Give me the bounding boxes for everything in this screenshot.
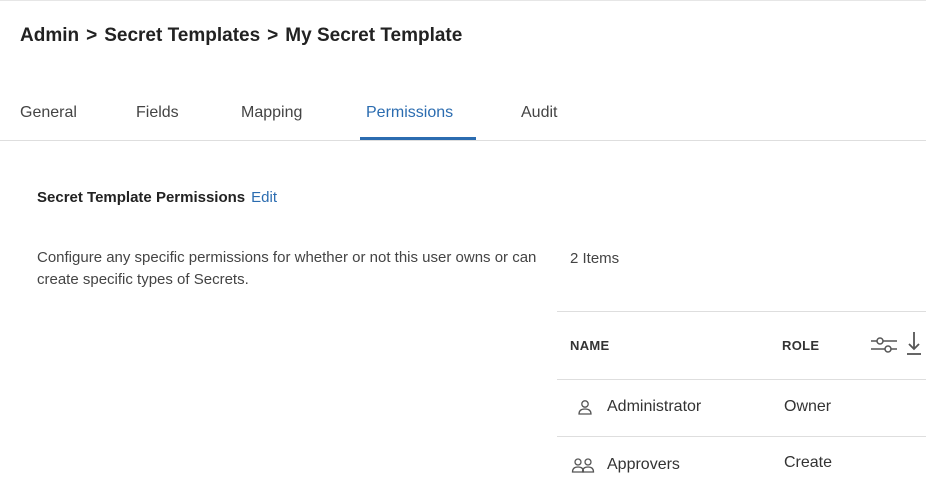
section-title: Secret Template Permissions [37,189,246,206]
download-icon[interactable] [906,331,922,360]
breadcrumb-separator: > [86,25,98,46]
header-row-border [557,379,926,380]
tab-general[interactable]: General [20,104,77,122]
column-header-name[interactable]: NAME [570,338,609,353]
filter-sliders-icon[interactable] [870,336,898,359]
tab-bar: General Fields Mapping Permissions Audit [0,100,926,141]
table-top-border [557,311,926,312]
row-role: Create [784,454,833,471]
edit-permissions-link[interactable]: Edit [251,189,277,206]
tab-permissions[interactable]: Permissions [366,104,453,122]
row-name: Administrator [607,398,702,415]
breadcrumb-separator: > [267,25,279,46]
section-description: Configure any specific permissions for w… [37,249,537,288]
column-header-role[interactable]: ROLE [782,338,819,353]
tab-fields[interactable]: Fields [136,104,179,122]
row-border [557,436,926,437]
breadcrumb-secret-templates[interactable]: Secret Templates [104,25,260,46]
breadcrumb: Admin > Secret Templates > My Secret Templat… [20,25,462,47]
user-icon [577,399,593,420]
group-icon [571,457,595,478]
top-divider [0,0,926,1]
tab-mapping[interactable]: Mapping [241,104,302,122]
section-heading: Secret Template Permissions Edit [37,189,277,206]
breadcrumb-admin[interactable]: Admin [20,25,79,46]
tab-audit[interactable]: Audit [521,104,557,122]
tabs-divider [0,140,926,141]
row-role: Owner [784,398,832,415]
row-name: Approvers [607,456,680,473]
breadcrumb-current-page: My Secret Template [285,25,463,46]
items-count: 2 Items [570,250,620,267]
